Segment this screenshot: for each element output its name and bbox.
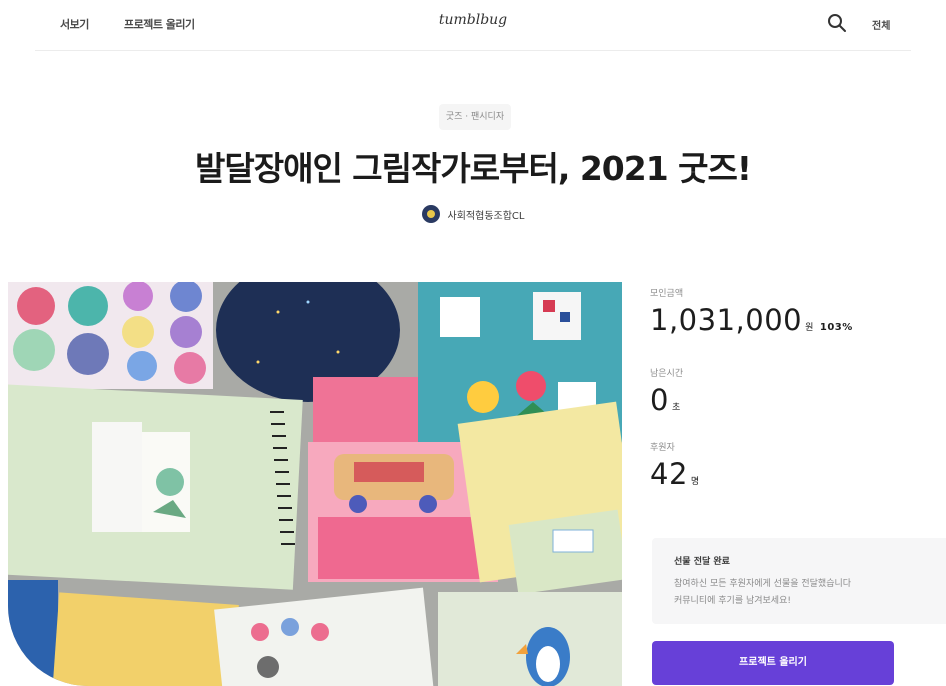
backers-unit: 명: [690, 477, 700, 487]
top-navigation: 서보기 프로젝트 올리기 tumblbug 전체: [0, 0, 946, 51]
creator-avatar[interactable]: [421, 205, 440, 223]
menu-link[interactable]: 전체: [872, 17, 890, 32]
delivery-notice: 선물 전달 완료 참여하신 모든 후원자에게 선물을 전달했습니다 커뮤니티에 …: [652, 538, 946, 624]
backers: 42 명: [650, 457, 700, 491]
notice-line-2: 커뮤니티에 후기를 남겨보세요!: [674, 596, 791, 606]
backers-value: 42: [650, 457, 688, 491]
project-cover-image: [8, 282, 622, 686]
time-left-unit: 초: [671, 403, 681, 413]
time-left-label: 남은시간: [650, 369, 684, 379]
funding-amount-block: 모인금액 1,031,000 원 103%: [650, 286, 853, 337]
time-left-block: 남은시간 0초: [650, 366, 683, 417]
nav-divider: [35, 50, 911, 51]
backers-block: 후원자 42 명: [650, 440, 700, 491]
category-badge[interactable]: 굿즈 · 팬시디자: [439, 104, 511, 130]
notice-line-1: 참여하신 모든 후원자에게 선물을 전달했습니다: [674, 579, 852, 589]
start-project-button[interactable]: 프로젝트 올리기: [652, 641, 894, 685]
notice-body: 참여하신 모든 후원자에게 선물을 전달했습니다 커뮤니티에 후기를 남겨보세요…: [674, 576, 944, 610]
funding-percent: 103%: [819, 322, 853, 333]
notice-title: 선물 전달 완료: [674, 557, 730, 567]
creator-row: 사회적협동조합CL: [0, 205, 946, 227]
time-left-value: 0: [650, 383, 669, 417]
time-left: 0초: [650, 383, 683, 417]
funding-amount-label: 모인금액: [650, 289, 684, 299]
funding-amount-unit: 원: [805, 323, 814, 333]
backers-label: 후원자: [650, 443, 675, 453]
site-logo[interactable]: tumblbug: [0, 12, 946, 28]
project-title: 발달장애인 그림작가로부터, 2021 굿즈!: [195, 149, 752, 188]
funding-amount-value: 1,031,000: [650, 303, 803, 337]
funding-amount: 1,031,000 원 103%: [650, 303, 853, 337]
creator-name[interactable]: 사회적협동조합CL: [448, 207, 525, 222]
search-icon[interactable]: [826, 12, 848, 34]
